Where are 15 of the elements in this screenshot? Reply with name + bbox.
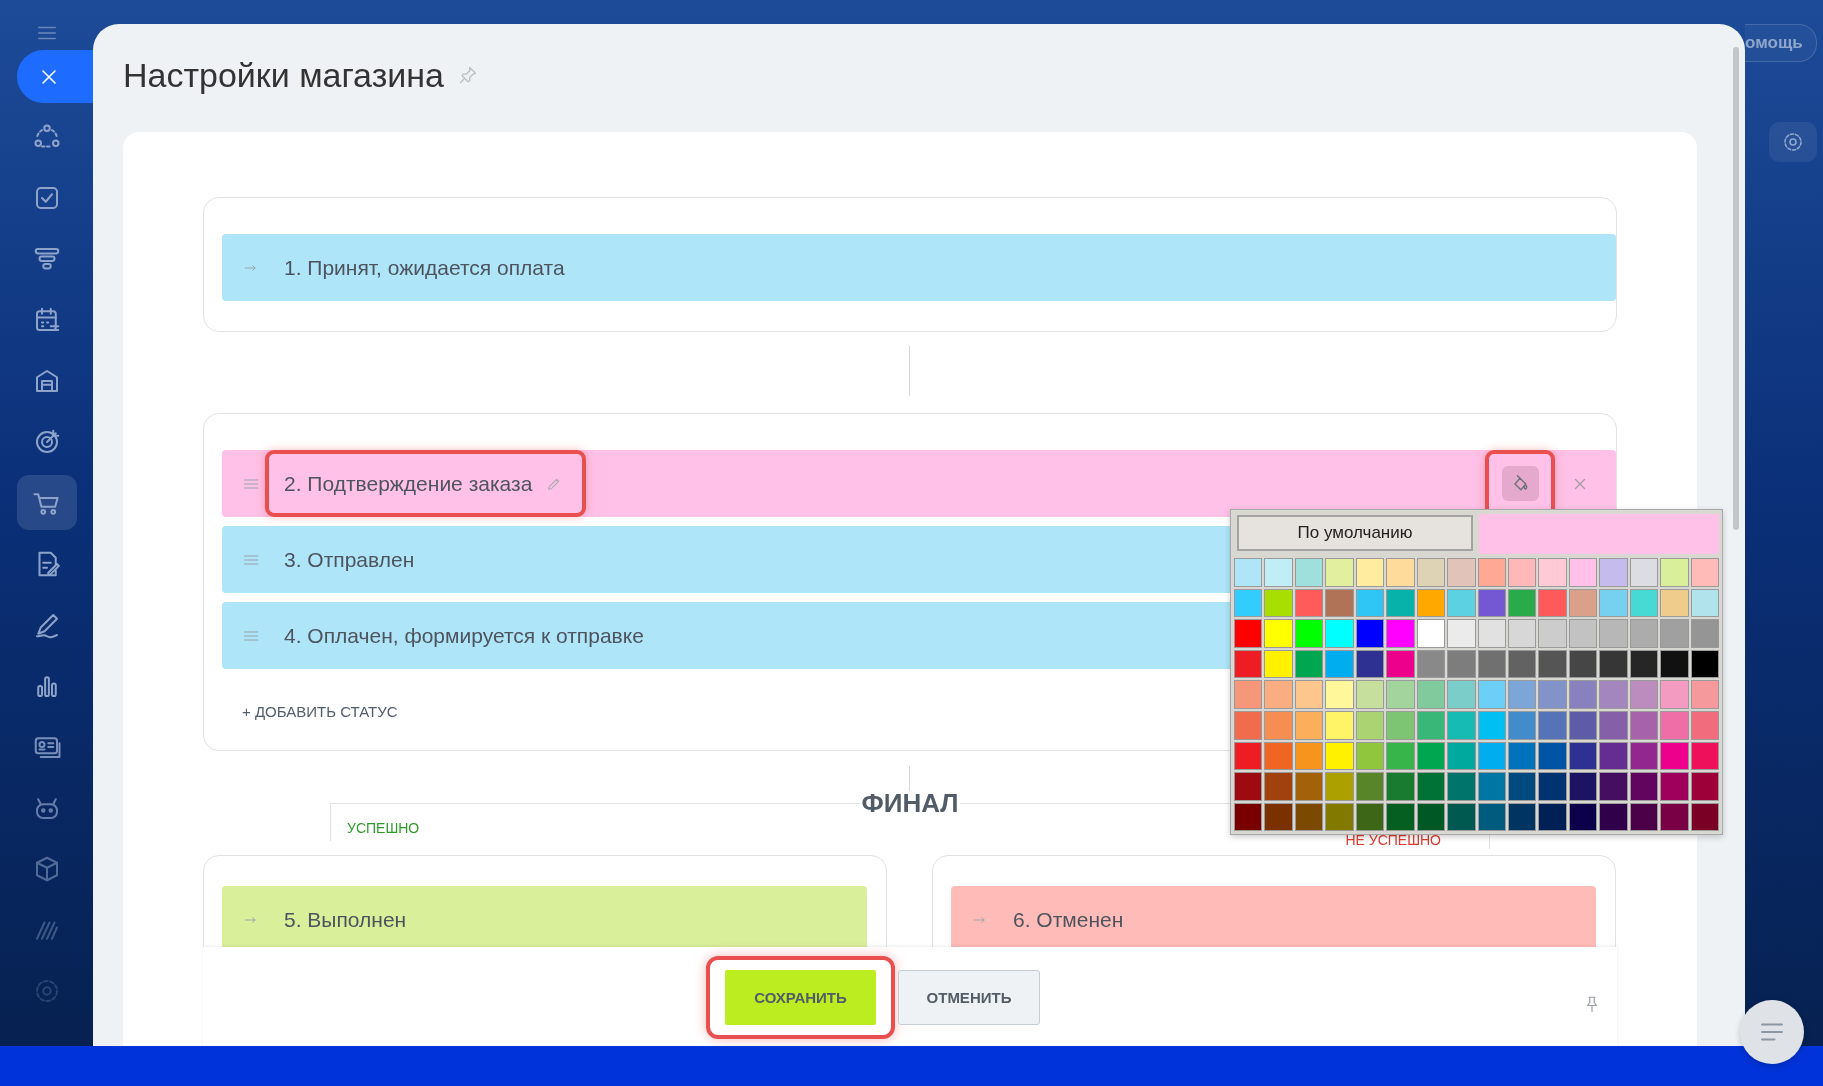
section-title: ФИНАЛ [860, 788, 960, 819]
page-title: Настройки магазина [123, 55, 444, 95]
status-title: 5. Выполнен [284, 907, 407, 932]
default-color-button[interactable]: По умолчанию [1237, 515, 1473, 551]
add-status-button[interactable]: + ДОБАВИТЬ СТАТУС [242, 703, 398, 720]
success-tab[interactable]: УСПЕШНО [347, 820, 420, 836]
status-title: 2. Подтверждение заказа [284, 471, 533, 496]
save-button[interactable]: СОХРАНИТЬ [725, 970, 876, 1025]
cancel-button[interactable]: ОТМЕНИТЬ [898, 970, 1040, 1025]
status-title: 1. Принят, ожидается оплата [284, 255, 565, 280]
failure-tab[interactable]: НЕ УСПЕШНО [1345, 832, 1441, 848]
help-button[interactable]: омощь [1745, 24, 1817, 62]
status-title: 6. Отменен [1013, 907, 1124, 932]
status-title: 4. Оплачен, формируется к отправке [284, 623, 644, 648]
status-title: 3. Отправлен [284, 547, 415, 572]
